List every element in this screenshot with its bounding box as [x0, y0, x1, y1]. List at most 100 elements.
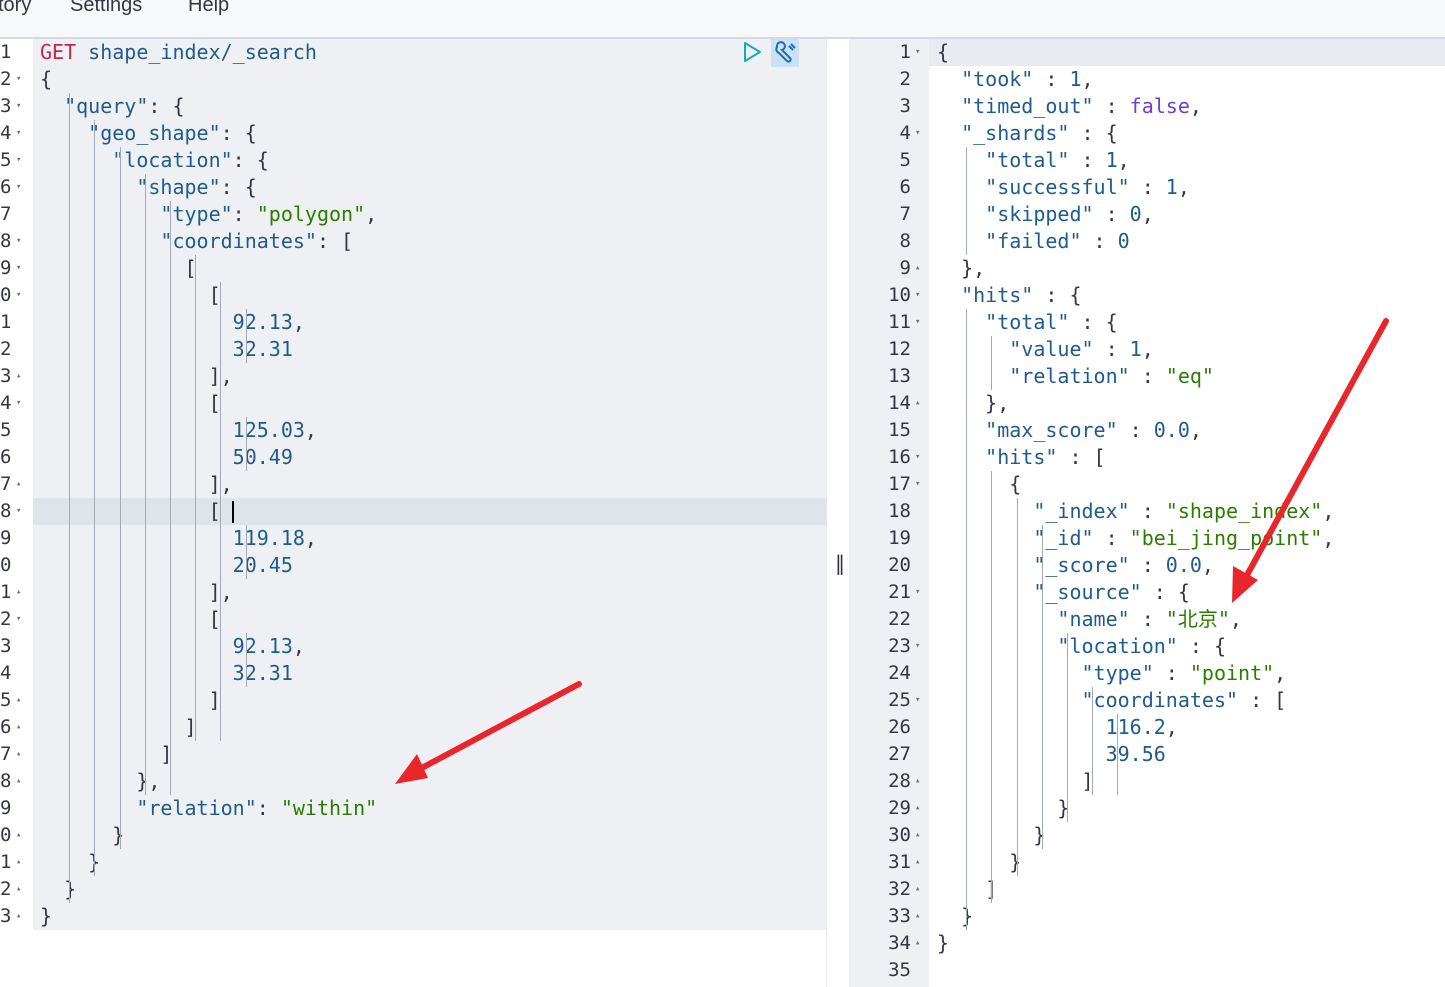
fold-expand-icon[interactable]: ▴ — [915, 768, 920, 795]
wrench-icon[interactable] — [771, 39, 799, 67]
fold-expand-icon[interactable]: ▴ — [915, 822, 920, 849]
pane-splitter[interactable]: ‖ — [826, 39, 851, 987]
code-token: : — [1093, 94, 1130, 118]
request-editor[interactable]: 1 2 ▾ 3 ▾ 4 ▾ 5 ▾ 6 ▾ 7 8 ▾ 9 ▾ 0 ▾ 1 2 3 ▴ 4 ▾ 5 6 7 ▴ 8 ▾ 9 0 1 ▴ 2 ▾ 3 4 5 ▴… — [0, 39, 826, 987]
fold-expand-icon[interactable]: ▴ — [915, 255, 920, 282]
menu-item-settings[interactable]: Settings — [70, 0, 142, 17]
fold-expand-icon[interactable]: ▴ — [16, 471, 21, 498]
menu-item-help[interactable]: Help — [188, 0, 229, 17]
code-token: "hits" — [961, 283, 1034, 307]
fold-collapse-icon[interactable]: ▾ — [16, 606, 21, 633]
fold-collapse-icon[interactable]: ▾ — [915, 471, 920, 498]
code-token: "geo_shape" — [88, 121, 221, 145]
code-token: "polygon" — [256, 202, 366, 226]
code-token: : [ — [1238, 688, 1287, 712]
code-token: : — [1117, 418, 1154, 442]
fold-collapse-icon[interactable]: ▾ — [915, 309, 920, 336]
fold-expand-icon[interactable]: ▴ — [915, 876, 920, 903]
code-token: , — [1081, 67, 1094, 91]
left-code-line: ] — [40, 687, 826, 714]
fold-collapse-icon[interactable]: ▾ — [16, 282, 21, 309]
right-code-line: "total" : 1, — [937, 147, 1445, 174]
fold-expand-icon[interactable]: ▴ — [16, 687, 21, 714]
fold-collapse-icon[interactable]: ▾ — [915, 633, 920, 660]
left-code-line: 20.45 — [40, 552, 826, 579]
code-token: [ — [40, 256, 197, 280]
fold-collapse-icon[interactable]: ▾ — [915, 687, 920, 714]
fold-expand-icon[interactable]: ▴ — [915, 930, 920, 957]
indent-guide — [94, 120, 96, 876]
code-token: "coordinates" — [1081, 688, 1239, 712]
fold-collapse-icon[interactable]: ▾ — [16, 120, 21, 147]
right-code-line: "total" : { — [937, 309, 1445, 336]
fold-collapse-icon[interactable]: ▾ — [16, 255, 21, 282]
fold-collapse-icon[interactable]: ▾ — [915, 39, 920, 66]
fold-expand-icon[interactable]: ▴ — [915, 390, 920, 417]
fold-collapse-icon[interactable]: ▾ — [16, 93, 21, 120]
code-token: 92.13 — [232, 310, 293, 334]
right-code-line: } — [937, 930, 1445, 957]
code-token: "relation" — [1009, 364, 1130, 388]
left-code-line: 32.31 — [40, 660, 826, 687]
fold-expand-icon[interactable]: ▴ — [16, 768, 21, 795]
indent-guide — [245, 417, 247, 471]
fold-expand-icon[interactable]: ▴ — [915, 849, 920, 876]
fold-expand-icon[interactable]: ▴ — [915, 903, 920, 930]
fold-expand-icon[interactable]: ▴ — [16, 849, 21, 876]
request-code[interactable]: GET shape_index/_search{ "query": { "geo… — [33, 39, 826, 987]
code-token: 1 — [1165, 175, 1178, 199]
code-token: , — [292, 310, 305, 334]
left-code-line: [ — [40, 498, 826, 525]
left-code-line: [ — [40, 606, 826, 633]
code-token: : — [1093, 337, 1130, 361]
left-line-number: 2 — [0, 338, 12, 360]
fold-collapse-icon[interactable]: ▾ — [16, 66, 21, 93]
fold-expand-icon[interactable]: ▴ — [16, 714, 21, 741]
fold-expand-icon[interactable]: ▴ — [16, 822, 21, 849]
indent-guide — [245, 525, 247, 579]
fold-expand-icon[interactable]: ▴ — [16, 579, 21, 606]
code-token: : — [256, 796, 281, 820]
fold-collapse-icon[interactable]: ▾ — [16, 174, 21, 201]
code-token: 119.18 — [232, 526, 305, 550]
code-token: } — [40, 877, 77, 901]
fold-collapse-icon[interactable]: ▾ — [16, 228, 21, 255]
fold-expand-icon[interactable]: ▴ — [16, 876, 21, 903]
code-token: , — [1189, 94, 1202, 118]
code-token: : — [1129, 499, 1166, 523]
fold-expand-icon[interactable]: ▴ — [16, 741, 21, 768]
fold-expand-icon[interactable]: ▴ — [915, 795, 920, 822]
fold-collapse-icon[interactable]: ▾ — [16, 390, 21, 417]
left-code-line: } — [40, 903, 826, 930]
play-icon[interactable] — [743, 41, 763, 63]
fold-collapse-icon[interactable]: ▾ — [915, 120, 920, 147]
right-line-number: 21 — [888, 581, 911, 603]
menu-item-history[interactable]: tory — [0, 0, 31, 17]
fold-collapse-icon[interactable]: ▾ — [16, 498, 21, 525]
resize-grip-icon[interactable]: ‖ — [835, 551, 845, 575]
code-token: : — [1129, 175, 1166, 199]
fold-expand-icon[interactable]: ▴ — [16, 903, 21, 930]
fold-collapse-icon[interactable]: ▾ — [915, 282, 920, 309]
fold-collapse-icon[interactable]: ▾ — [16, 147, 21, 174]
code-token: }, — [937, 391, 1010, 415]
response-code[interactable]: { "took" : 1, "timed_out" : false, "_sha… — [929, 39, 1445, 987]
right-line-number: 4 — [899, 122, 911, 144]
code-token: : — [1093, 202, 1130, 226]
indent-guide — [195, 255, 197, 741]
code-token: , — [1274, 661, 1287, 685]
code-token: "shape" — [136, 175, 221, 199]
response-editor[interactable]: 1 ▾ 2 3 4 ▾ 5 6 7 8 9 ▴ 10 ▾ 11 ▾ 12 13 14 ▴ 15 16 ▾ 17 ▾ 18 19 20 2… — [849, 39, 1445, 987]
code-token: "point" — [1189, 661, 1275, 685]
fold-collapse-icon[interactable]: ▾ — [915, 579, 920, 606]
right-line-number: 3 — [899, 95, 911, 117]
fold-collapse-icon[interactable]: ▾ — [915, 444, 920, 471]
code-token: "type" — [1081, 661, 1154, 685]
fold-expand-icon[interactable]: ▴ — [16, 363, 21, 390]
response-gutter: 1 ▾ 2 3 4 ▾ 5 6 7 8 9 ▴ 10 ▾ 11 ▾ 12 13 14 ▴ 15 16 ▾ 17 ▾ 18 19 20 2… — [849, 39, 929, 987]
left-code-line: 125.03, — [40, 417, 826, 444]
